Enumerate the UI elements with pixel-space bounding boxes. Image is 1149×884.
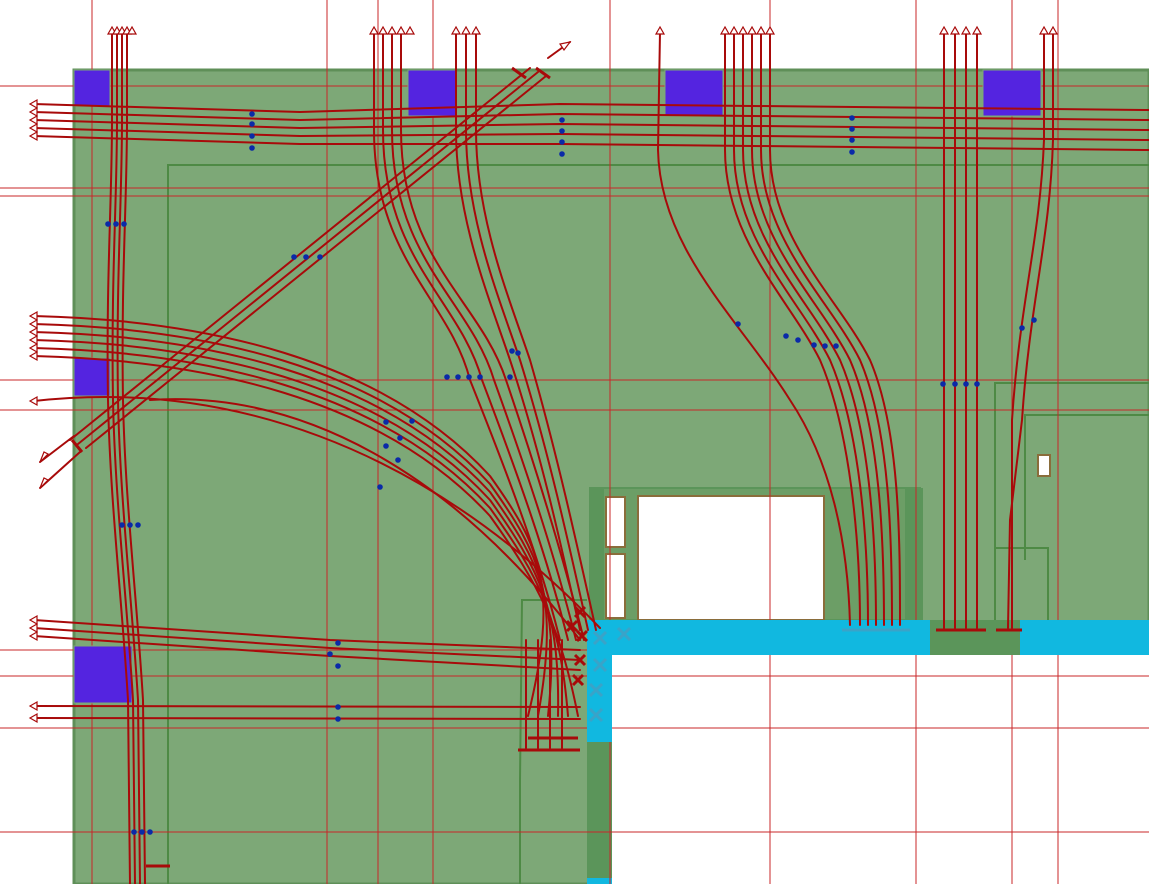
junction-dot bbox=[383, 419, 389, 425]
junction-dot bbox=[335, 663, 341, 669]
junction-dot bbox=[335, 640, 341, 646]
junction-dot bbox=[477, 374, 483, 380]
exterior-cutout bbox=[612, 655, 1149, 884]
junction-dot bbox=[249, 111, 255, 117]
junction-dot bbox=[409, 418, 415, 424]
junction-dot bbox=[507, 374, 513, 380]
junction-dot bbox=[249, 145, 255, 151]
junction-dot bbox=[127, 522, 133, 528]
junction-dot bbox=[1031, 317, 1037, 323]
rack-icon bbox=[73, 357, 111, 397]
rack-icon bbox=[73, 645, 133, 704]
junction-dot bbox=[559, 139, 565, 145]
junction-dot bbox=[822, 343, 828, 349]
junction-dot bbox=[249, 133, 255, 139]
rack-icon bbox=[73, 69, 111, 107]
cable-wire bbox=[33, 717, 581, 720]
junction-dot bbox=[515, 350, 521, 356]
small-opening-right bbox=[1037, 454, 1051, 477]
junction-dot bbox=[135, 522, 141, 528]
junction-dot bbox=[849, 126, 855, 132]
rack-icon bbox=[664, 69, 724, 117]
junction-dot bbox=[147, 829, 153, 835]
tray-stub bbox=[587, 878, 612, 884]
junction-dot bbox=[833, 343, 839, 349]
junction-dot bbox=[395, 457, 401, 463]
opening-band-right bbox=[905, 488, 923, 620]
junction-dot bbox=[735, 321, 741, 327]
junction-dot bbox=[559, 117, 565, 123]
junction-dot bbox=[963, 381, 969, 387]
junction-dot bbox=[131, 829, 137, 835]
tray-horizontal bbox=[587, 620, 930, 655]
junction-dot bbox=[335, 704, 341, 710]
junction-dot bbox=[466, 374, 472, 380]
junction-dot bbox=[377, 484, 383, 490]
junction-dot bbox=[849, 149, 855, 155]
opening-band-left bbox=[590, 488, 604, 620]
tray-horizontal-right bbox=[1020, 620, 1149, 655]
junction-dot bbox=[121, 221, 127, 227]
junction-dot bbox=[327, 651, 333, 657]
junction-dot bbox=[974, 381, 980, 387]
junction-dot bbox=[139, 829, 145, 835]
small-opening-top bbox=[605, 496, 626, 548]
junction-dot bbox=[303, 254, 309, 260]
junction-dot bbox=[795, 337, 801, 343]
junction-dot bbox=[940, 381, 946, 387]
junction-dot bbox=[105, 221, 111, 227]
junction-dot bbox=[849, 115, 855, 121]
junction-dot bbox=[811, 342, 817, 348]
small-opening-bottom bbox=[605, 553, 626, 619]
junction-dot bbox=[849, 137, 855, 143]
junction-dot bbox=[113, 221, 119, 227]
junction-dot bbox=[317, 254, 323, 260]
large-opening bbox=[637, 495, 825, 621]
junction-dot bbox=[397, 435, 403, 441]
junction-dot bbox=[455, 374, 461, 380]
junction-dot bbox=[952, 381, 958, 387]
junction-dot bbox=[383, 443, 389, 449]
junction-dot bbox=[559, 128, 565, 134]
cable-routing-diagram bbox=[0, 0, 1149, 884]
junction-dot bbox=[783, 333, 789, 339]
junction-dot bbox=[444, 374, 450, 380]
junction-dot bbox=[559, 151, 565, 157]
junction-dot bbox=[335, 716, 341, 722]
junction-dot bbox=[119, 522, 125, 528]
junction-dot bbox=[291, 254, 297, 260]
junction-dot bbox=[509, 348, 515, 354]
junction-dot bbox=[1019, 325, 1025, 331]
junction-dot bbox=[249, 121, 255, 127]
cable-wire bbox=[33, 705, 581, 708]
